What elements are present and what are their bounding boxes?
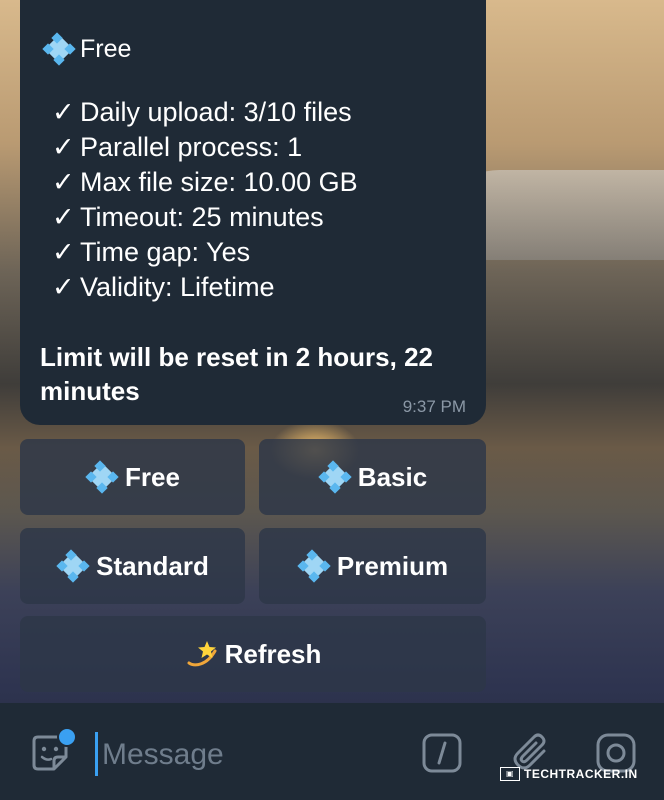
blue-diamond-icon — [297, 549, 331, 583]
message-bubble: Free ✓ Daily upload: 3/10 files ✓ Parallel… — [20, 0, 486, 425]
feature-item: ✓ Timeout: 25 minutes — [52, 200, 358, 235]
feature-item: ✓ Parallel process: 1 — [52, 130, 358, 165]
feature-item: ✓ Max file size: 10.00 GB — [52, 165, 358, 200]
feature-item: ✓ Time gap: Yes — [52, 235, 358, 270]
free-plan-button[interactable]: Free — [20, 439, 245, 515]
check-icon: ✓ — [52, 132, 75, 162]
message-input-bar: ▣ TECHTRACKER.IN — [0, 703, 664, 800]
refresh-button[interactable]: Refresh — [20, 616, 486, 692]
free-plan-label: Free — [125, 461, 180, 492]
feature-text: Time gap: Yes — [80, 237, 251, 267]
plan-title: Free — [42, 32, 131, 66]
standard-plan-button[interactable]: Standard — [20, 528, 245, 604]
blue-diamond-icon — [85, 460, 119, 494]
check-icon: ✓ — [52, 237, 75, 267]
blue-diamond-icon — [42, 32, 76, 66]
premium-plan-label: Premium — [336, 550, 449, 581]
basic-plan-button[interactable]: Basic — [259, 439, 486, 515]
premium-plan-button[interactable]: Premium — [259, 528, 486, 604]
blue-diamond-icon — [56, 549, 90, 583]
check-icon: ✓ — [52, 167, 75, 197]
dizzy-star-icon — [185, 637, 219, 671]
feature-text: Max file size: 10.00 GB — [80, 167, 358, 197]
check-icon: ✓ — [52, 202, 75, 232]
techtracker-logo-icon: ▣ — [500, 767, 520, 781]
feature-text: Validity: Lifetime — [80, 272, 275, 302]
check-icon: ✓ — [52, 272, 75, 302]
feature-item: ✓ Daily upload: 3/10 files — [52, 95, 358, 130]
feature-text: Timeout: 25 minutes — [80, 202, 324, 232]
refresh-label: Refresh — [224, 638, 322, 669]
watermark-text: TECHTRACKER.IN — [524, 767, 638, 781]
text-caret — [95, 732, 98, 776]
check-icon: ✓ — [52, 97, 75, 127]
feature-text: Daily upload: 3/10 files — [80, 97, 352, 127]
plan-title-text: Free — [80, 34, 132, 63]
watermark: ▣ TECHTRACKER.IN — [500, 767, 638, 781]
message-input[interactable] — [100, 729, 404, 781]
basic-plan-label: Basic — [357, 461, 428, 492]
bot-command-icon[interactable] — [420, 731, 464, 775]
feature-list: ✓ Daily upload: 3/10 files ✓ Parallel proc… — [52, 95, 358, 305]
standard-plan-label: Standard — [96, 550, 209, 581]
feature-item: ✓ Validity: Lifetime — [52, 270, 358, 305]
feature-text: Parallel process: 1 — [80, 132, 303, 162]
notification-dot — [57, 727, 77, 747]
blue-diamond-icon — [318, 460, 352, 494]
message-timestamp: 9:37 PM — [402, 397, 466, 416]
